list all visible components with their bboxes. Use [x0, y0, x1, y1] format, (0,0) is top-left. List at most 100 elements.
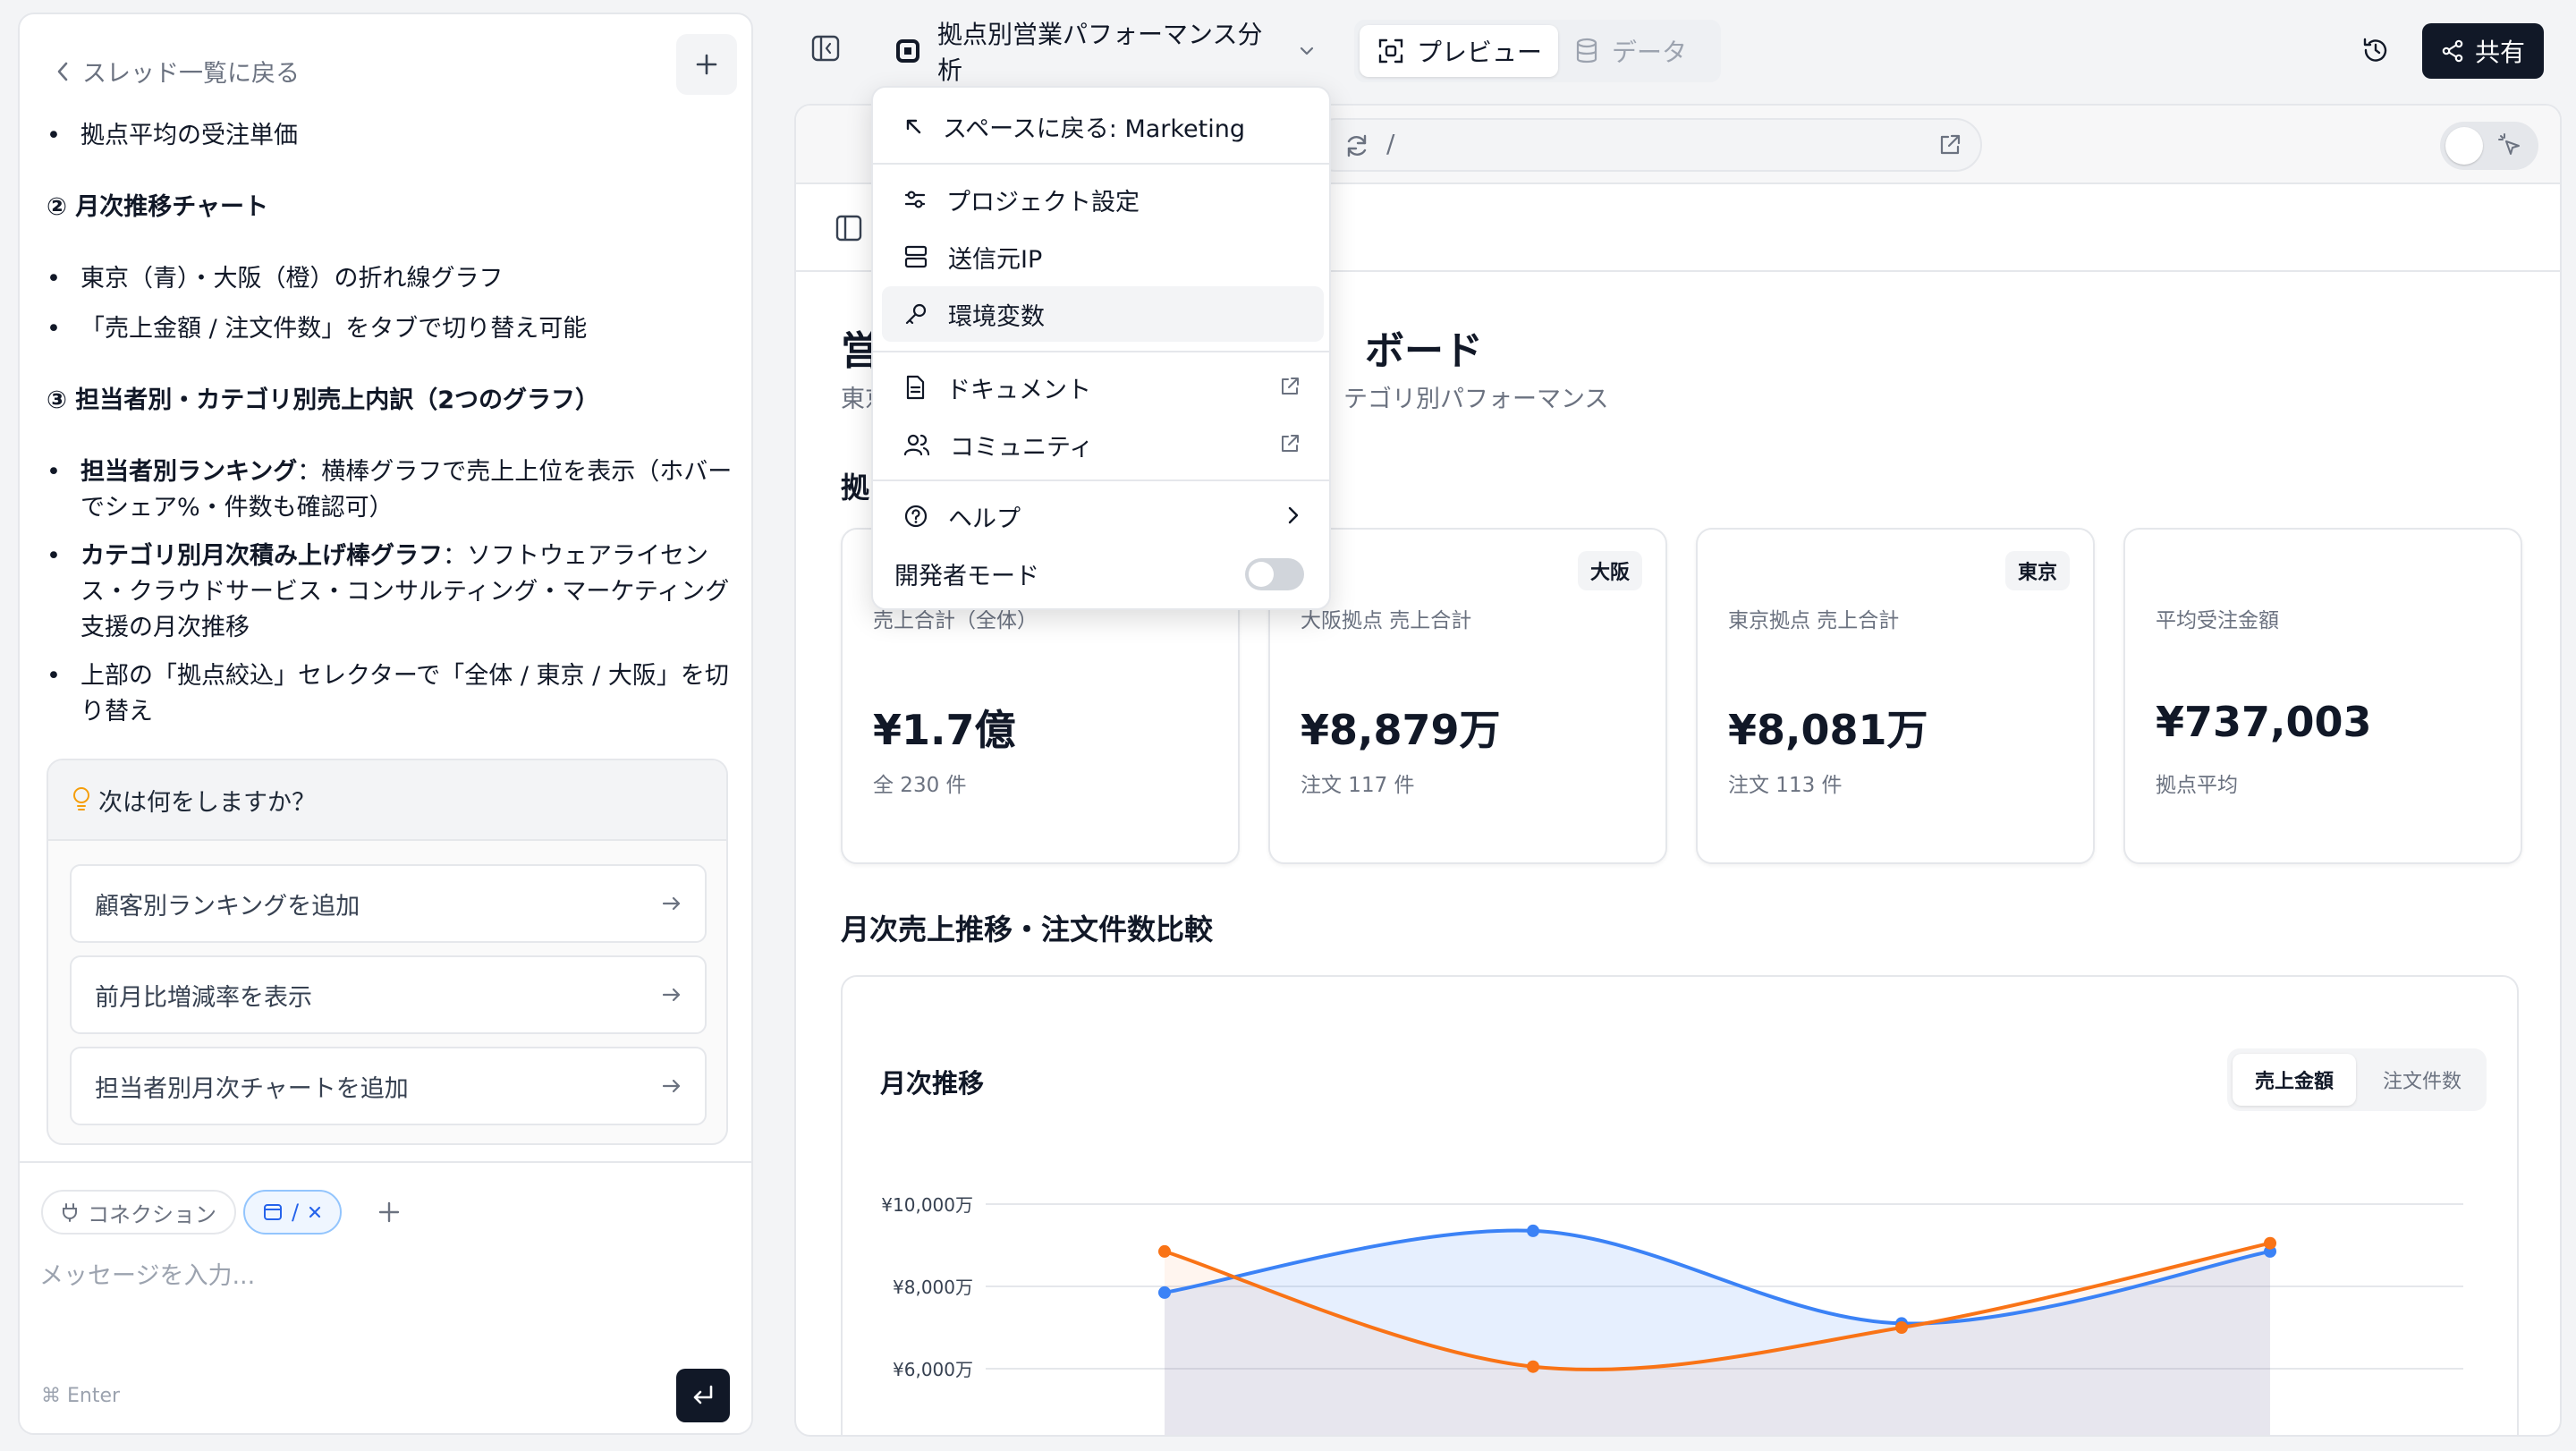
arrow-right-icon — [662, 895, 682, 912]
message-input[interactable]: メッセージを入力... — [39, 1256, 255, 1291]
chat-panel: スレッド一覧に戻る • 拠点平均の受注単価 ② 月次推移チャート • 東京（青）・大… — [18, 13, 753, 1435]
back-to-threads-link[interactable]: スレッド一覧に戻る — [55, 54, 300, 89]
enter-icon — [690, 1383, 716, 1408]
toggle-sidebar-button[interactable] — [810, 34, 841, 63]
close-icon[interactable] — [308, 1205, 322, 1219]
url-field[interactable]: / — [1301, 118, 1982, 172]
list-item: • 上部の「拠点絞込」セレクターで「全体 / 東京 / 大阪」を切り替え — [47, 662, 729, 726]
next-actions-header: 次は何をしますか？ — [48, 760, 726, 841]
chevron-down-icon — [1299, 46, 1315, 56]
scan-icon — [1377, 38, 1404, 64]
history-button[interactable] — [2361, 36, 2390, 64]
menu-item-docs[interactable]: ドキュメント — [882, 360, 1324, 415]
kpi-label: 平均受注金額 — [2156, 609, 2279, 632]
monthly-chart-card: 月次推移 売上金額 注文件数 ¥10,000万 ¥8,000万 ¥6,000万 — [841, 975, 2519, 1435]
list-item: • 東京（青）・大阪（橙）の折れ線グラフ — [47, 265, 504, 293]
kpi-card-tokyo: 東京 東京拠点 売上合計 ¥8,081万 注文 113 件 — [1696, 528, 2095, 864]
external-link-icon[interactable] — [1937, 132, 1962, 157]
kpi-value: ¥737,003 — [2156, 698, 2372, 746]
kpi-value: ¥8,879万 — [1301, 706, 1501, 754]
data-point — [1158, 1244, 1171, 1258]
plus-icon — [377, 1201, 401, 1224]
section-title: 拠 — [841, 471, 870, 505]
add-context-button[interactable] — [377, 1201, 401, 1224]
menu-divider — [873, 163, 1329, 165]
list-item: • 担当者別ランキング：横棒グラフで売上上位を表示（ホバーでシェア%・件数も確認可… — [47, 458, 733, 522]
kpi-card-average: 平均受注金額 ¥737,003 拠点平均 — [2123, 528, 2522, 864]
tab-preview[interactable]: プレビュー — [1360, 25, 1558, 77]
project-logo-icon — [894, 38, 921, 64]
external-link-icon — [1279, 376, 1301, 397]
plus-icon — [695, 53, 718, 76]
kpi-label: 東京拠点 売上合計 — [1728, 609, 1900, 632]
window-icon — [263, 1203, 283, 1221]
server-icon — [903, 244, 928, 269]
arrow-up-left-icon — [903, 116, 923, 136]
data-point — [1527, 1360, 1539, 1373]
toggle-knob — [2445, 127, 2483, 165]
menu-item-help[interactable]: ヘルプ — [882, 488, 1324, 544]
share-button[interactable]: 共有 — [2422, 23, 2544, 79]
send-shortcut-hint: ⌘ Enter — [41, 1385, 121, 1407]
help-circle-icon — [903, 504, 928, 529]
dev-mode-toggle[interactable] — [1245, 558, 1304, 590]
lightbulb-icon — [72, 786, 91, 813]
url-path: / — [1386, 129, 1395, 158]
list-item: • 「売上金額 / 注文件数」をタブで切り替え可能 — [47, 315, 588, 343]
menu-item-env-vars[interactable]: 環境変数 — [882, 286, 1324, 342]
data-point — [2264, 1236, 2276, 1250]
share-icon — [2441, 39, 2464, 63]
next-actions-box: 次は何をしますか？ 顧客別ランキングを追加 前月比増減率を表示 担当者別月次チャ… — [47, 759, 728, 1145]
y-tick-label: ¥8,000万 — [893, 1277, 973, 1298]
menu-item-project-settings[interactable]: プロジェクト設定 — [882, 172, 1324, 227]
monthly-line-chart: ¥10,000万 ¥8,000万 ¥6,000万 — [881, 1194, 2463, 1435]
y-tick-label: ¥10,000万 — [881, 1194, 973, 1216]
kpi-sub: 注文 117 件 — [1301, 774, 1415, 797]
chevron-left-icon — [55, 61, 70, 82]
sidebar-panel-icon — [810, 34, 841, 63]
chat-heading: ③ 担当者別・カテゴリ別売上内訳（2つのグラフ） — [47, 386, 600, 414]
data-point — [1527, 1224, 1539, 1237]
chat-heading: ② 月次推移チャート — [47, 193, 268, 221]
data-point — [1895, 1321, 1908, 1334]
project-menu-button[interactable]: 拠点別営業パフォーマンス分析 — [877, 20, 1333, 85]
list-item: • 拠点平均の受注単価 — [47, 122, 298, 149]
key-icon — [903, 301, 928, 327]
external-link-icon — [1279, 433, 1301, 454]
section-title: 月次売上推移・注文件数比較 — [841, 912, 1214, 946]
connection-chip[interactable]: コネクション — [41, 1190, 236, 1235]
suggestion-button[interactable]: 顧客別ランキングを追加 — [70, 864, 707, 943]
kpi-sub: 注文 113 件 — [1728, 774, 1843, 797]
view-switcher: プレビュー データ — [1354, 20, 1721, 82]
message-composer: コネクション / メッセージを入力... ⌘ Enter — [20, 1161, 751, 1433]
kpi-sub: 全 230 件 — [873, 774, 967, 797]
tab-data[interactable]: データ — [1574, 25, 1687, 77]
kpi-label: 大阪拠点 売上合計 — [1301, 609, 1472, 632]
inspect-toggle[interactable] — [2440, 122, 2538, 170]
history-icon — [2361, 36, 2390, 64]
reload-icon[interactable] — [1343, 132, 1370, 159]
sparkle-cursor-icon — [2497, 132, 2524, 159]
project-dropdown-menu: スペースに戻る: Marketing プロジェクト設定 送信元IP 環境変数 ド… — [871, 86, 1331, 610]
send-button[interactable] — [676, 1369, 730, 1422]
document-icon — [903, 375, 927, 400]
menu-item-community[interactable]: コミュニティ — [882, 417, 1324, 472]
suggestion-button[interactable]: 前月比増減率を表示 — [70, 955, 707, 1034]
arrow-right-icon — [662, 1078, 682, 1094]
kpi-sub: 拠点平均 — [2156, 774, 2238, 797]
context-path-chip[interactable]: / — [243, 1190, 343, 1235]
suggestion-button[interactable]: 担当者別月次チャートを追加 — [70, 1047, 707, 1125]
list-item: • カテゴリ別月次積み上げ棒グラフ：ソフトウェアライセンス・クラウドサービス・コン… — [47, 542, 730, 641]
kpi-badge: 大阪 — [1577, 551, 1642, 590]
sidebar-panel-icon[interactable] — [835, 215, 862, 242]
kpi-badge: 東京 — [2004, 551, 2070, 590]
menu-divider — [873, 351, 1329, 352]
menu-item-source-ip[interactable]: 送信元IP — [882, 229, 1324, 284]
new-thread-button[interactable] — [676, 34, 737, 95]
chevron-right-icon — [1286, 505, 1301, 526]
arrow-right-icon — [662, 987, 682, 1003]
y-tick-label: ¥6,000万 — [893, 1359, 973, 1380]
menu-item-dev-mode: 開発者モード — [882, 546, 1324, 601]
plug-icon — [61, 1202, 79, 1222]
menu-item-back-to-space[interactable]: スペースに戻る: Marketing — [882, 98, 1324, 154]
